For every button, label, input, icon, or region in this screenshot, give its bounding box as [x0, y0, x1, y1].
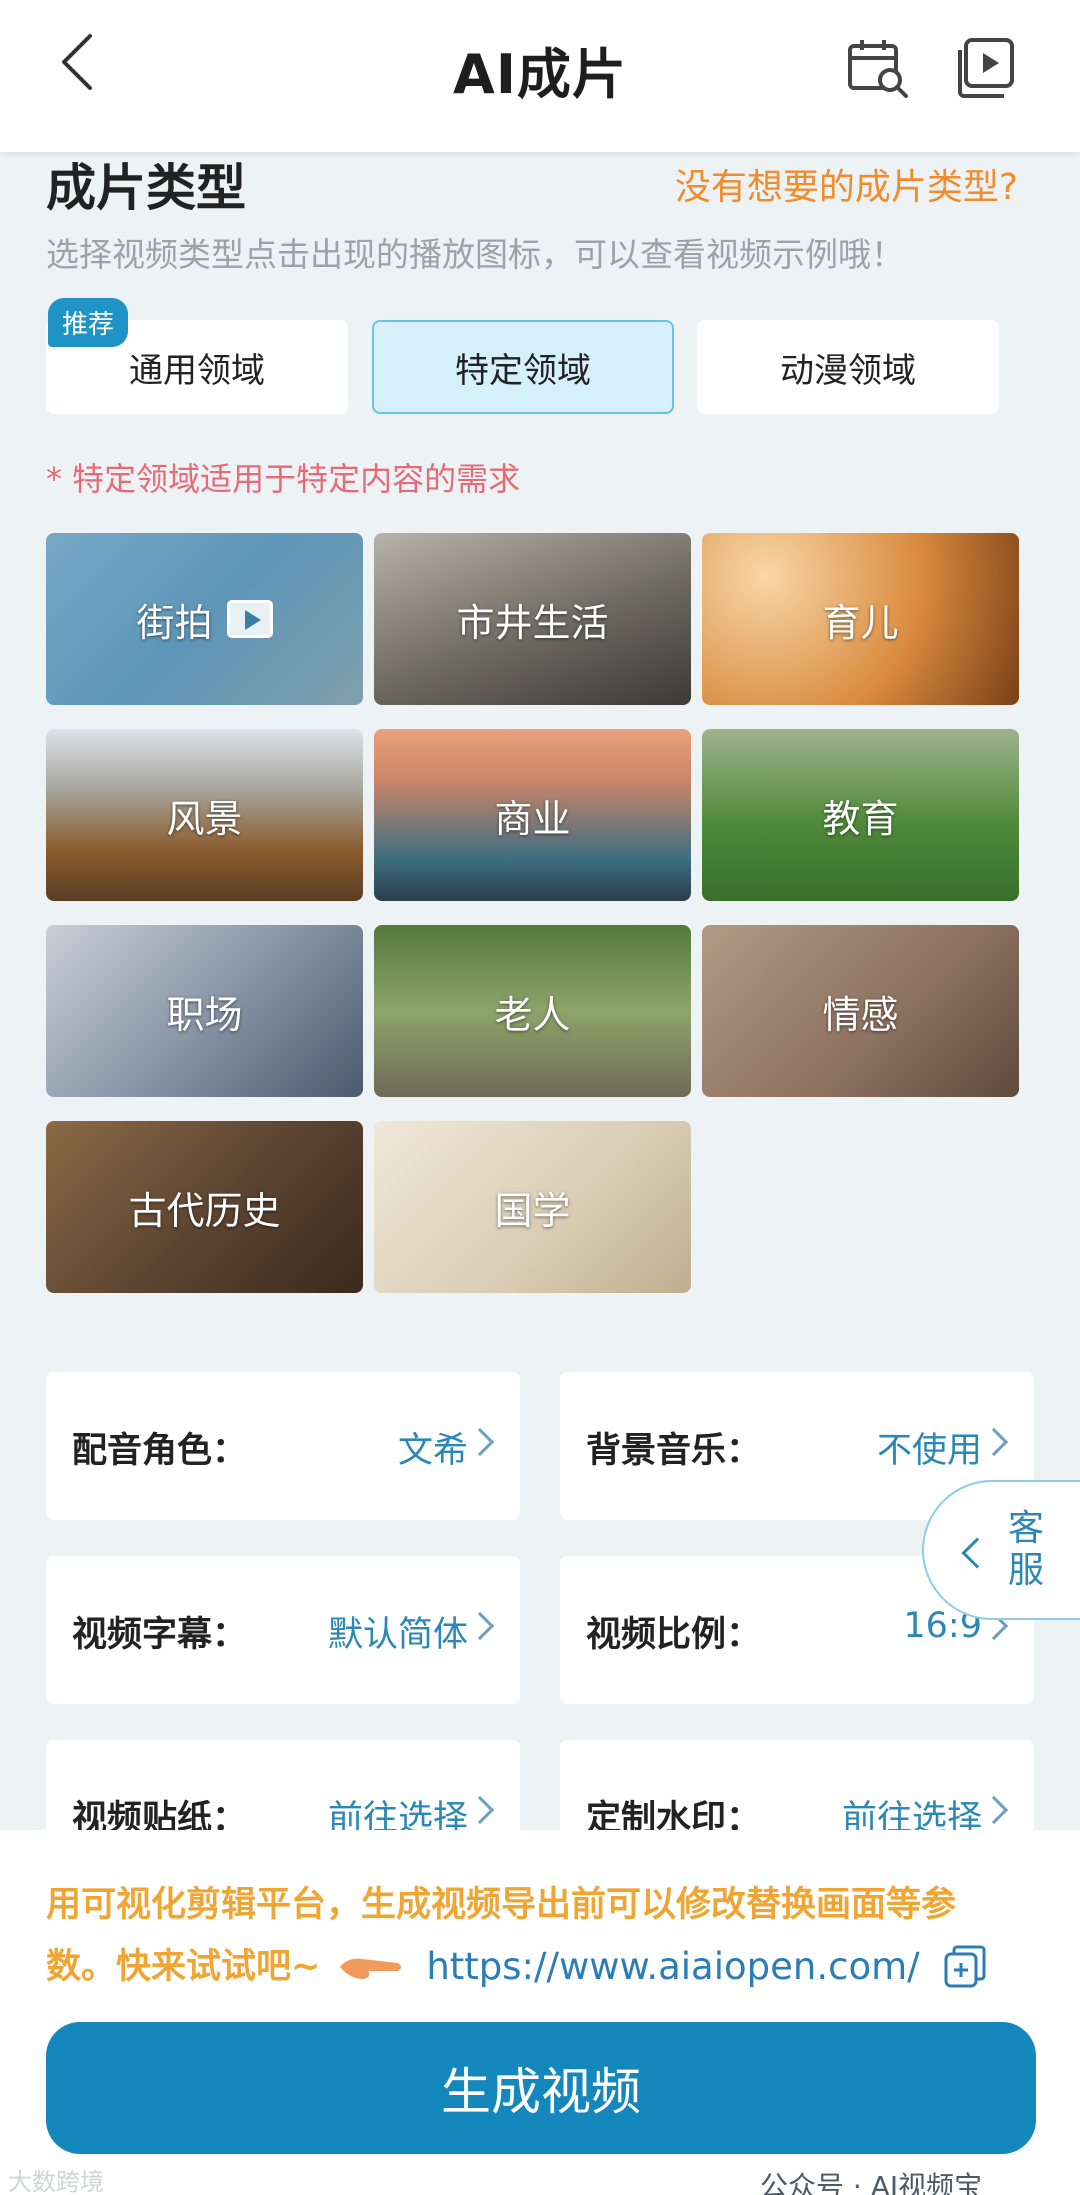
tile-label: 职场 — [166, 992, 243, 1037]
domain-note: * 特定领域适用于特定内容的需求 — [46, 460, 521, 498]
chevron-right-icon — [979, 1795, 1009, 1825]
tile-label: 市井生活 — [456, 600, 609, 645]
tile-street-photo[interactable]: 街拍 — [46, 533, 363, 705]
tile-scenery[interactable]: 风景 — [46, 729, 363, 901]
platform-link[interactable]: https://www.aiaiopen.com/ — [426, 1936, 919, 1998]
promo-line-2: 数。快来试试吧~ — [46, 1947, 321, 1987]
chevron-left-icon — [961, 1537, 993, 1569]
missing-type-link[interactable]: 没有想要的成片类型? — [675, 158, 1018, 210]
tile-label: 风景 — [166, 796, 243, 841]
setting-value: 文希 — [397, 1431, 468, 1471]
tile-workplace[interactable]: 职场 — [46, 925, 363, 1097]
pointing-hand-icon — [340, 1958, 402, 1979]
copy-icon[interactable] — [942, 1944, 988, 1990]
tile-ancient-history[interactable]: 古代历史 — [46, 1121, 363, 1293]
voice-role-setting[interactable]: 配音角色： 文希 — [46, 1372, 520, 1520]
tile-street-life[interactable]: 市井生活 — [374, 533, 691, 705]
tile-education[interactable]: 教育 — [702, 729, 1019, 901]
setting-label: 背景音乐： — [586, 1431, 762, 1471]
chevron-right-icon — [979, 1427, 1009, 1457]
play-icon[interactable] — [226, 600, 273, 638]
setting-value: 默认简体 — [327, 1615, 468, 1655]
setting-label: 视频字幕： — [72, 1615, 248, 1655]
section-description: 选择视频类型点击出现的播放图标，可以查看视频示例哦！ — [46, 235, 904, 274]
customer-service-label: 客服 — [1008, 1508, 1045, 1591]
generate-video-button[interactable]: 生成视频 — [46, 2022, 1036, 2154]
section-title: 成片类型 — [46, 159, 246, 217]
chevron-right-icon — [465, 1611, 495, 1641]
promo-line-1: 用可视化剪辑平台，生成视频导出前可以修改替换画面等参 — [46, 1885, 957, 1925]
chevron-right-icon — [465, 1795, 495, 1825]
tile-label: 商业 — [494, 796, 571, 841]
tile-emotion[interactable]: 情感 — [702, 925, 1019, 1097]
bottom-panel: 用可视化剪辑平台，生成视频导出前可以修改替换画面等参 数。快来试试吧~ http… — [0, 1830, 1080, 2195]
tile-label: 老人 — [494, 992, 571, 1037]
video-library-icon[interactable] — [954, 36, 1018, 100]
customer-service-tab[interactable]: 客服 — [922, 1480, 1080, 1620]
wechat-watermark: 公众号 · AI视频宝 — [760, 2170, 983, 2195]
tile-business[interactable]: 商业 — [374, 729, 691, 901]
setting-label: 配音角色： — [72, 1431, 248, 1471]
setting-value: 不使用 — [876, 1431, 982, 1471]
tab-anime-domain[interactable]: 动漫领域 — [697, 320, 999, 414]
subtitle-setting[interactable]: 视频字幕： 默认简体 — [46, 1556, 520, 1704]
tile-label: 古代历史 — [128, 1188, 281, 1233]
recommended-badge: 推荐 — [48, 298, 129, 347]
tile-elderly[interactable]: 老人 — [374, 925, 691, 1097]
promo-text: 用可视化剪辑平台，生成视频导出前可以修改替换画面等参 数。快来试试吧~ http… — [46, 1874, 1036, 1998]
tile-label: 国学 — [494, 1188, 571, 1233]
tile-label: 教育 — [822, 796, 899, 841]
page-title: AI成片 — [453, 43, 627, 106]
chevron-right-icon — [465, 1427, 495, 1457]
corner-watermark: 大数跨境 — [8, 2168, 104, 2195]
tile-label: 街拍 — [136, 600, 213, 645]
tile-label: 育儿 — [822, 600, 899, 645]
calendar-search-icon[interactable] — [846, 36, 910, 100]
top-bar: AI成片 — [0, 0, 1080, 152]
tile-chinese-classics[interactable]: 国学 — [374, 1121, 691, 1293]
setting-label: 视频比例： — [586, 1615, 762, 1655]
promo-line-2-row: 数。快来试试吧~ https://www.aiaiopen.com/ — [46, 1936, 1036, 1998]
tab-specific-domain[interactable]: 特定领域 — [372, 320, 674, 414]
tile-label: 情感 — [822, 992, 899, 1037]
tile-parenting[interactable]: 育儿 — [702, 533, 1019, 705]
